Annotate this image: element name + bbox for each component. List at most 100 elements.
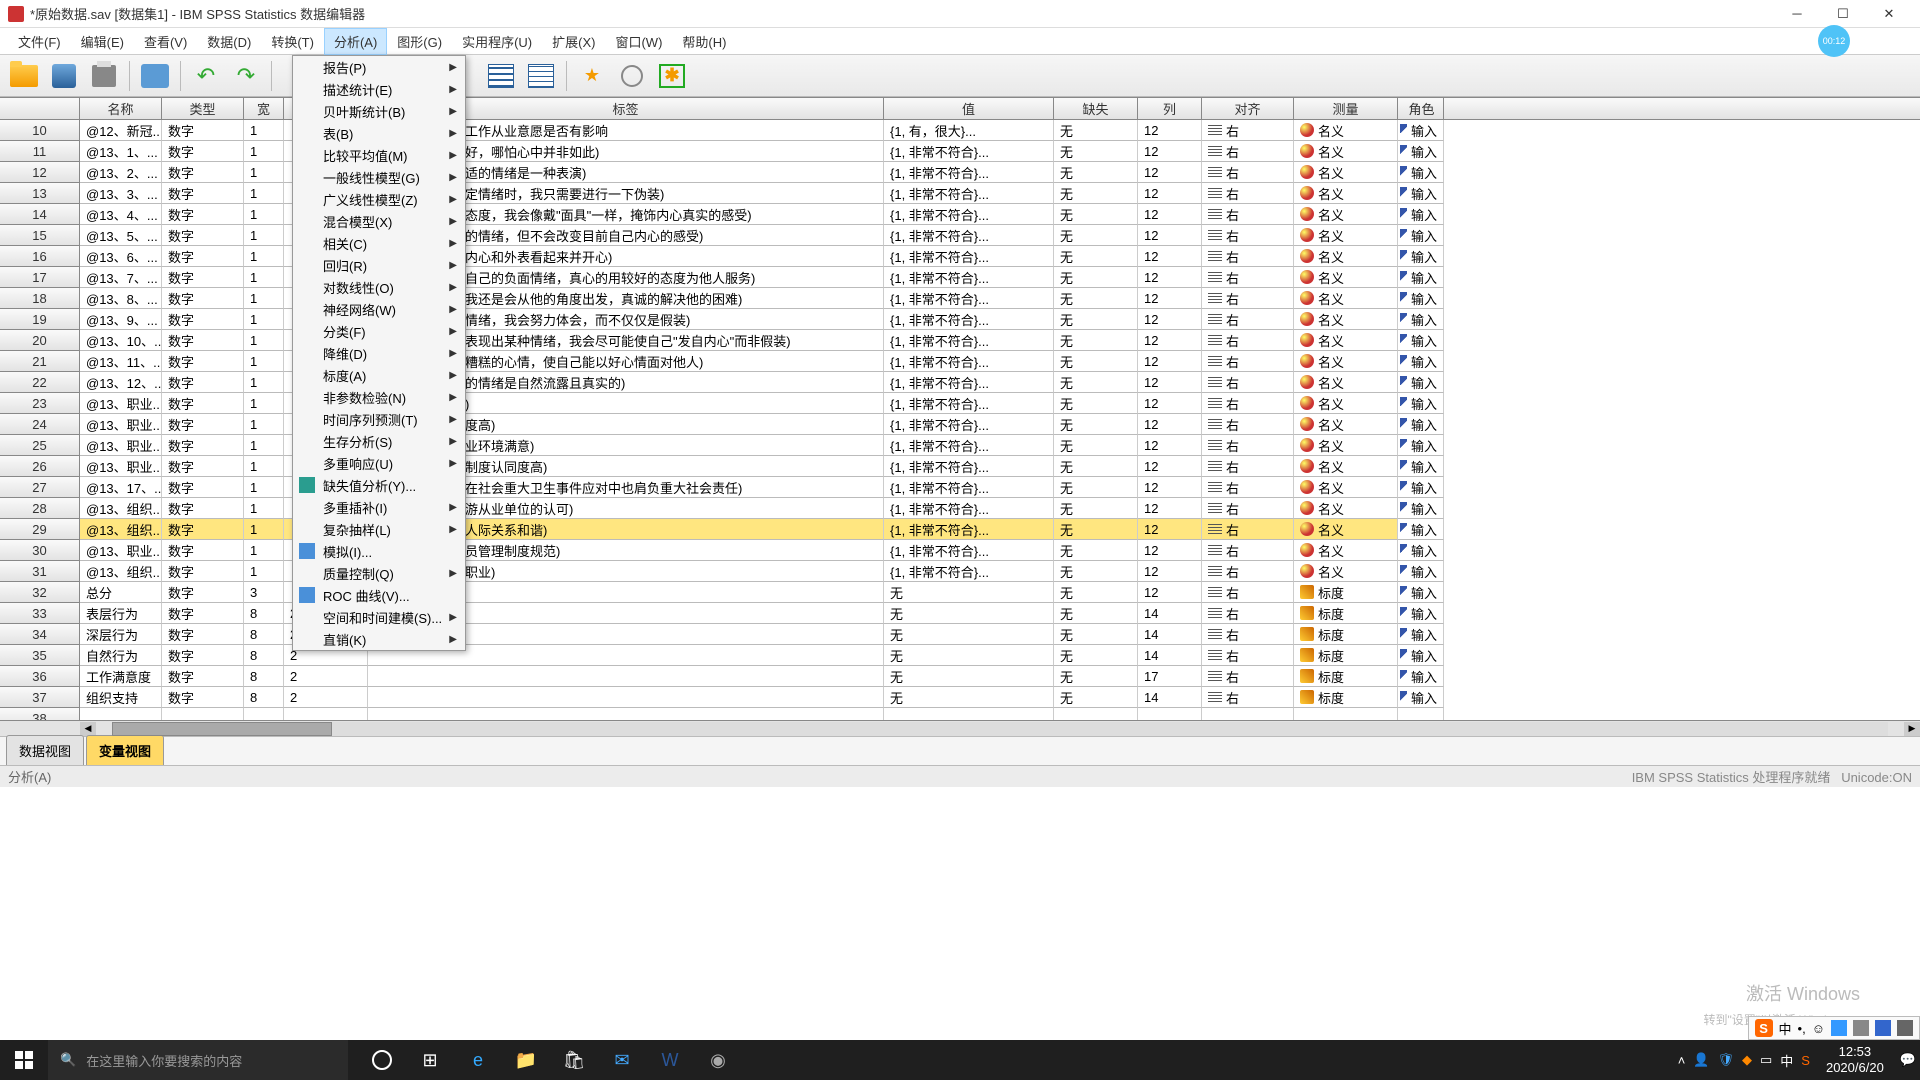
- cell-values[interactable]: {1, 非常不符合}...: [884, 561, 1054, 582]
- cell-type[interactable]: 数字: [162, 624, 244, 645]
- cell-missing[interactable]: 无: [1054, 141, 1138, 162]
- col-name[interactable]: 名称: [80, 98, 162, 119]
- tray-ime-icon[interactable]: 中: [1780, 1051, 1793, 1070]
- cell-measure[interactable]: 名义: [1294, 309, 1398, 330]
- cell-measure[interactable]: 标度: [1294, 687, 1398, 708]
- cell-name[interactable]: @13、2、...: [80, 162, 162, 183]
- cell-missing[interactable]: 无: [1054, 330, 1138, 351]
- cell-name[interactable]: 组织支持: [80, 687, 162, 708]
- cell-columns[interactable]: 14: [1138, 645, 1202, 666]
- cell-width[interactable]: 1: [244, 288, 284, 309]
- cell-missing[interactable]: [1054, 708, 1138, 720]
- cell-values[interactable]: 无: [884, 582, 1054, 603]
- cortana-button[interactable]: [358, 1040, 406, 1080]
- cell-columns[interactable]: 12: [1138, 288, 1202, 309]
- cell-label[interactable]: [368, 708, 884, 720]
- cell-measure[interactable]: 名义: [1294, 498, 1398, 519]
- table-row[interactable]: 22@13、12、...数字1顾客面前所展示的情绪是自然流露且真实的){1, 非…: [0, 372, 1920, 393]
- cell-values[interactable]: {1, 非常不符合}...: [884, 414, 1054, 435]
- cell-role[interactable]: 输入: [1398, 393, 1444, 414]
- maximize-button[interactable]: ☐: [1820, 0, 1866, 28]
- menu-item-k[interactable]: 直销(K)▶: [293, 628, 465, 650]
- cell-type[interactable]: 数字: [162, 309, 244, 330]
- menu-item-m[interactable]: 比较平均值(M)▶: [293, 144, 465, 166]
- cell-name[interactable]: 深层行为: [80, 624, 162, 645]
- cell-measure[interactable]: [1294, 708, 1398, 720]
- menu-item-o[interactable]: 对数线性(O)▶: [293, 276, 465, 298]
- cell-align[interactable]: 右: [1202, 183, 1294, 204]
- cell-width[interactable]: 1: [244, 141, 284, 162]
- col-type[interactable]: 类型: [162, 98, 244, 119]
- cell-values[interactable]: {1, 非常不符合}...: [884, 330, 1054, 351]
- cell-name[interactable]: 总分: [80, 582, 162, 603]
- cell-values[interactable]: {1, 非常不符合}...: [884, 498, 1054, 519]
- print-button[interactable]: [86, 58, 122, 94]
- row-number[interactable]: 14: [0, 204, 80, 225]
- cell-role[interactable]: 输入: [1398, 582, 1444, 603]
- cell-width[interactable]: 1: [244, 414, 284, 435]
- menu-graphs[interactable]: 图形(G): [387, 28, 452, 55]
- table-row[interactable]: 37组织支持数字82无无14右标度输入: [0, 687, 1920, 708]
- table-row[interactable]: 20@13、10、...数字1必须在顾客面前表现出某种情绪，我会尽可能使自己"发…: [0, 330, 1920, 351]
- cell-missing[interactable]: 无: [1054, 540, 1138, 561]
- menu-help[interactable]: 帮助(H): [672, 28, 736, 55]
- save-button[interactable]: [46, 58, 82, 94]
- cell-label[interactable]: [368, 666, 884, 687]
- cell-measure[interactable]: 名义: [1294, 477, 1398, 498]
- row-number[interactable]: 19: [0, 309, 80, 330]
- cell-values[interactable]: {1, 非常不符合}...: [884, 435, 1054, 456]
- cell-decimals[interactable]: [284, 708, 368, 720]
- cell-type[interactable]: 数字: [162, 477, 244, 498]
- cell-decimals[interactable]: 2: [284, 687, 368, 708]
- redo-button[interactable]: ↷: [228, 58, 264, 94]
- cell-missing[interactable]: 无: [1054, 456, 1138, 477]
- menu-item-u[interactable]: 多重响应(U)▶: [293, 452, 465, 474]
- cell-columns[interactable]: 12: [1138, 309, 1202, 330]
- tray-chevron-icon[interactable]: ˄: [1678, 1053, 1686, 1068]
- cell-columns[interactable]: 12: [1138, 519, 1202, 540]
- cell-name[interactable]: @13、5、...: [80, 225, 162, 246]
- cell-align[interactable]: 右: [1202, 561, 1294, 582]
- cell-missing[interactable]: 无: [1054, 183, 1138, 204]
- cell-missing[interactable]: 无: [1054, 687, 1138, 708]
- minimize-button[interactable]: ─: [1774, 0, 1820, 28]
- cell-name[interactable]: @13、9、...: [80, 309, 162, 330]
- row-number[interactable]: 22: [0, 372, 80, 393]
- cell-missing[interactable]: 无: [1054, 603, 1138, 624]
- tray-people-icon[interactable]: 👤: [1693, 1052, 1709, 1068]
- row-number[interactable]: 26: [0, 456, 80, 477]
- scroll-thumb[interactable]: [112, 722, 332, 736]
- cell-columns[interactable]: 12: [1138, 393, 1202, 414]
- cell-values[interactable]: 无: [884, 624, 1054, 645]
- cell-columns[interactable]: 12: [1138, 372, 1202, 393]
- cell-name[interactable]: 自然行为: [80, 645, 162, 666]
- cell-width[interactable]: 1: [244, 183, 284, 204]
- menu-item-t[interactable]: 时间序列预测(T)▶: [293, 408, 465, 430]
- col-missing[interactable]: 缺失: [1054, 98, 1138, 119]
- table-row[interactable]: 17@13、7、...数字1时候，我会克服自己的负面情绪，真心的用较好的态度为他…: [0, 267, 1920, 288]
- cell-columns[interactable]: 12: [1138, 183, 1202, 204]
- cell-type[interactable]: 数字: [162, 687, 244, 708]
- explorer-app[interactable]: 📁: [502, 1040, 550, 1080]
- cell-values[interactable]: {1, 非常不符合}...: [884, 393, 1054, 414]
- cell-values[interactable]: {1, 非常不符合}...: [884, 183, 1054, 204]
- cell-name[interactable]: @13、组织...: [80, 519, 162, 540]
- cell-columns[interactable]: 12: [1138, 120, 1202, 141]
- cell-role[interactable]: 输入: [1398, 519, 1444, 540]
- cell-name[interactable]: @13、8、...: [80, 288, 162, 309]
- word-app[interactable]: W: [646, 1040, 694, 1080]
- col-measure[interactable]: 测量: [1294, 98, 1398, 119]
- variables-button[interactable]: ★: [574, 58, 610, 94]
- ime-mode[interactable]: 中: [1779, 1019, 1792, 1038]
- cell-width[interactable]: 8: [244, 645, 284, 666]
- cell-measure[interactable]: 标度: [1294, 603, 1398, 624]
- row-number[interactable]: 32: [0, 582, 80, 603]
- cell-values[interactable]: [884, 708, 1054, 720]
- cell-align[interactable]: 右: [1202, 372, 1294, 393]
- cell-type[interactable]: 数字: [162, 666, 244, 687]
- cell-missing[interactable]: 无: [1054, 666, 1138, 687]
- tray-shield-icon[interactable]: 🛡: [1717, 1052, 1734, 1068]
- cell-type[interactable]: 数字: [162, 246, 244, 267]
- cell-missing[interactable]: 无: [1054, 498, 1138, 519]
- cell-measure[interactable]: 名义: [1294, 540, 1398, 561]
